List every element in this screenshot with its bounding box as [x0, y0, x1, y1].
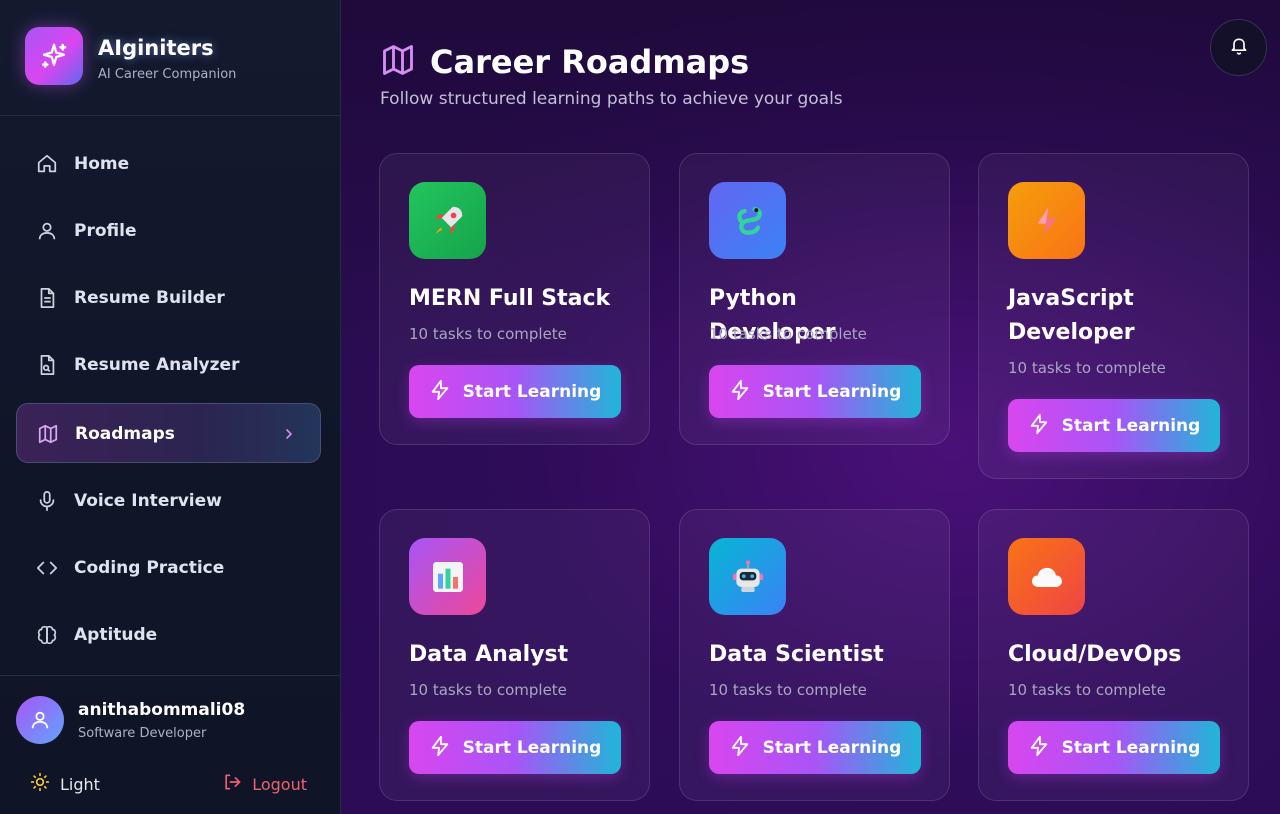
card-title: Data Scientist: [709, 642, 884, 667]
avatar[interactable]: [16, 696, 64, 744]
roadmap-card-cloud-devops: Cloud/DevOps 10 tasks to complete Start …: [978, 509, 1249, 801]
lightning-icon: [429, 379, 451, 405]
sidebar-item-label: Resume Builder: [74, 288, 225, 308]
start-learning-button[interactable]: Start Learning: [709, 365, 921, 418]
start-learning-label: Start Learning: [762, 737, 902, 758]
cloud-icon: [1008, 538, 1085, 615]
file-search-icon: [36, 354, 58, 376]
card-title: Cloud/DevOps: [1008, 642, 1182, 667]
sidebar: AIginiters AI Career Companion Home Prof…: [0, 0, 341, 814]
lightning-icon: [729, 379, 751, 405]
start-learning-button[interactable]: Start Learning: [409, 365, 621, 418]
start-learning-button[interactable]: Start Learning: [709, 721, 921, 774]
sidebar-item-label: Roadmaps: [75, 424, 175, 444]
map-icon: [37, 423, 59, 445]
start-learning-label: Start Learning: [762, 381, 902, 402]
sidebar-item-label: Home: [74, 154, 130, 174]
sidebar-item-label: Voice Interview: [74, 491, 222, 511]
theme-toggle-label: Light: [60, 774, 100, 794]
rocket-icon: [409, 182, 486, 259]
robot-icon: [709, 538, 786, 615]
main-content: Career Roadmaps Follow structured learni…: [341, 0, 1280, 814]
user-role: Software Developer: [78, 726, 207, 741]
start-learning-label: Start Learning: [462, 381, 602, 402]
roadmap-card-data-scientist: Data Scientist 10 tasks to complete Star…: [679, 509, 950, 801]
lightning-icon: [729, 735, 751, 761]
sidebar-item-coding-practice[interactable]: Coding Practice: [16, 538, 321, 598]
brand-name: AIginiters: [98, 36, 214, 60]
card-task-count: 10 tasks to complete: [409, 681, 567, 699]
logout-button[interactable]: Logout: [222, 772, 307, 796]
page-title: Career Roadmaps: [430, 43, 750, 81]
logout-icon: [222, 772, 242, 796]
sidebar-item-label: Aptitude: [74, 625, 158, 645]
sidebar-item-aptitude[interactable]: Aptitude: [16, 605, 321, 665]
file-icon: [36, 287, 58, 309]
sidebar-item-profile[interactable]: Profile: [16, 201, 321, 261]
sidebar-item-label: Resume Analyzer: [74, 355, 240, 375]
snake-icon: [709, 182, 786, 259]
lightning-icon: [429, 735, 451, 761]
code-icon: [36, 557, 58, 579]
brain-icon: [36, 624, 58, 646]
notification-bell-button[interactable]: [1210, 19, 1267, 76]
start-learning-button[interactable]: Start Learning: [1008, 721, 1220, 774]
card-task-count: 10 tasks to complete: [1008, 359, 1166, 377]
bell-icon: [1229, 36, 1249, 60]
user-name: anithabommali08: [78, 700, 246, 720]
sidebar-item-voice-interview[interactable]: Voice Interview: [16, 471, 321, 531]
brand-header: AIginiters AI Career Companion: [0, 0, 340, 116]
home-icon: [36, 153, 58, 175]
start-learning-label: Start Learning: [1061, 737, 1201, 758]
card-task-count: 10 tasks to complete: [709, 681, 867, 699]
page-subtitle: Follow structured learning paths to achi…: [380, 89, 843, 109]
map-icon: [380, 42, 416, 82]
chevron-right-icon: [278, 423, 300, 445]
roadmap-card-mern: MERN Full Stack 10 tasks to complete Sta…: [379, 153, 650, 445]
start-learning-label: Start Learning: [1061, 415, 1201, 436]
page-header: Career Roadmaps: [380, 40, 749, 84]
lightning-icon: [1028, 735, 1050, 761]
card-task-count: 10 tasks to complete: [1008, 681, 1166, 699]
sun-icon: [30, 772, 50, 796]
lightning-bolt-icon: [1008, 182, 1085, 259]
roadmap-card-python: Python Developer 10 tasks to complete St…: [679, 153, 950, 445]
card-title: JavaScript Developer: [1008, 286, 1135, 345]
sidebar-item-label: Coding Practice: [74, 558, 225, 578]
card-task-count: 10 tasks to complete: [709, 325, 867, 343]
sidebar-item-resume-builder[interactable]: Resume Builder: [16, 268, 321, 328]
sidebar-item-resume-analyzer[interactable]: Resume Analyzer: [16, 335, 321, 395]
start-learning-button[interactable]: Start Learning: [409, 721, 621, 774]
roadmap-card-javascript: JavaScript Developer 10 tasks to complet…: [978, 153, 1249, 479]
logout-label: Logout: [252, 774, 307, 794]
card-title: Data Analyst: [409, 642, 569, 667]
card-task-count: 10 tasks to complete: [409, 325, 567, 343]
theme-toggle-button[interactable]: Light: [30, 772, 100, 796]
brand-subtitle: AI Career Companion: [98, 67, 237, 82]
lightning-icon: [1028, 413, 1050, 439]
user-panel: anithabommali08 Software Developer Light…: [0, 675, 340, 814]
user-icon: [36, 220, 58, 242]
card-title: MERN Full Stack: [409, 286, 611, 311]
start-learning-button[interactable]: Start Learning: [1008, 399, 1220, 452]
sidebar-item-label: Profile: [74, 221, 137, 241]
start-learning-label: Start Learning: [462, 737, 602, 758]
sidebar-item-home[interactable]: Home: [16, 134, 321, 194]
roadmap-card-data-analyst: Data Analyst 10 tasks to complete Start …: [379, 509, 650, 801]
bar-chart-icon: [409, 538, 486, 615]
sidebar-item-roadmaps[interactable]: Roadmaps: [16, 403, 321, 463]
sparkle-logo-icon[interactable]: [25, 27, 83, 85]
mic-icon: [36, 490, 58, 512]
